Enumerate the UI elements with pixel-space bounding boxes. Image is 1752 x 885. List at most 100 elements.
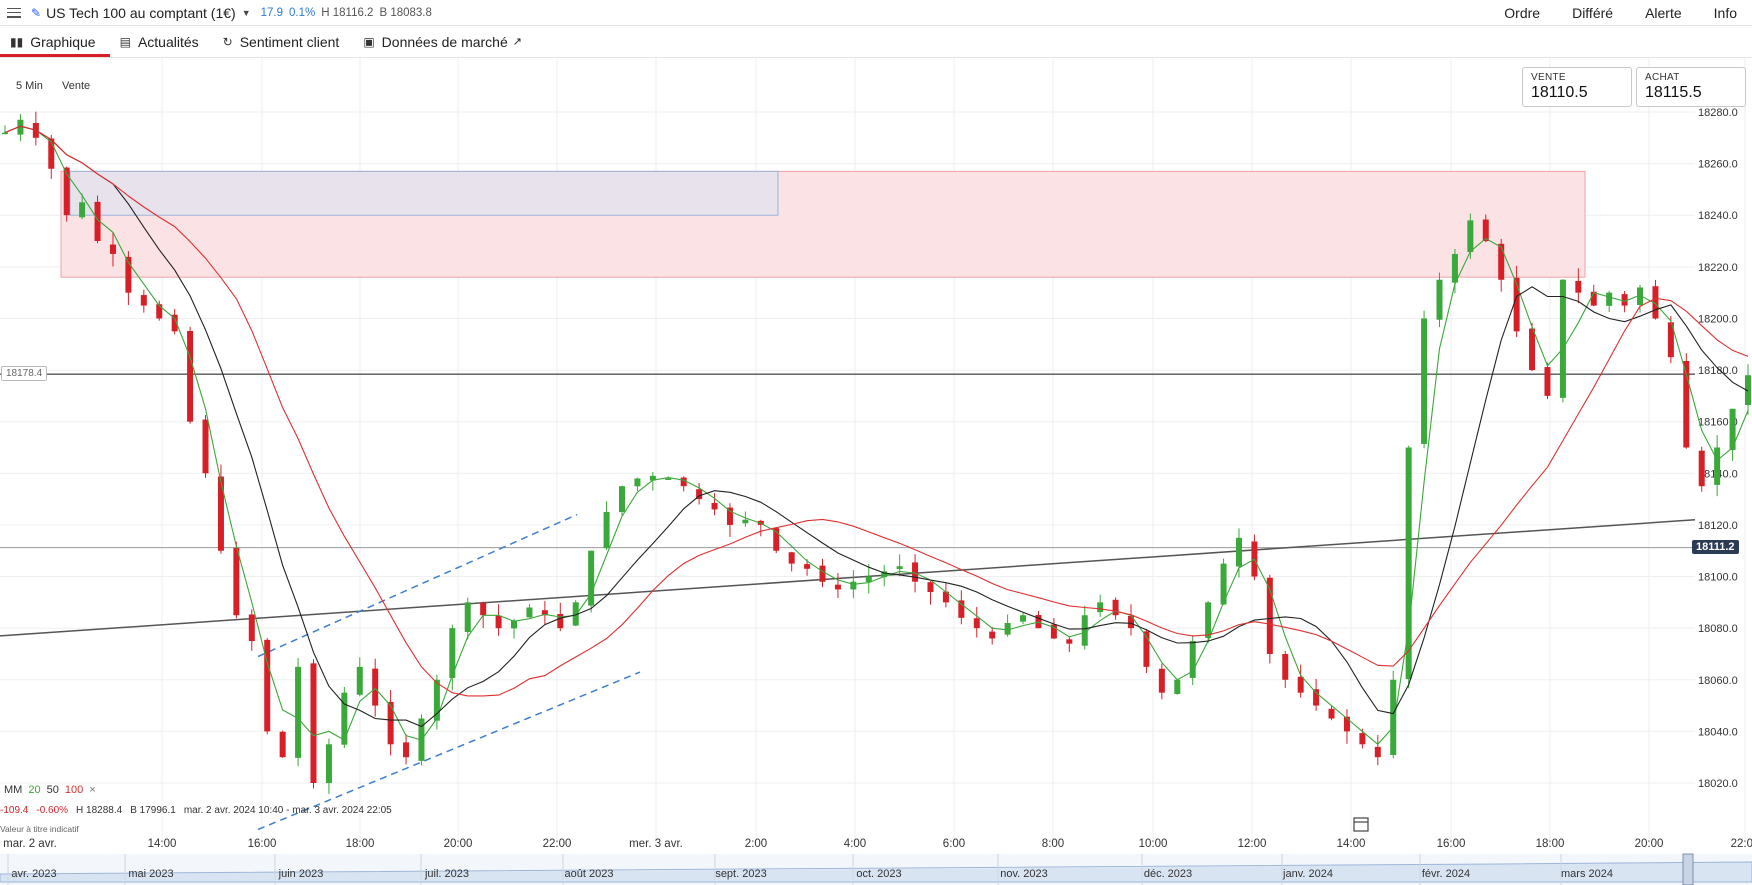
- candle-body: [526, 607, 533, 618]
- instrument-title[interactable]: US Tech 100 au comptant (1€): [46, 5, 236, 21]
- sell-price: 18110.5: [1531, 84, 1588, 101]
- candle-body: [1235, 537, 1242, 567]
- external-link-icon: ↗: [512, 36, 522, 48]
- candle-body: [1374, 746, 1381, 758]
- price-chart[interactable]: 18280.0 18260.0 18240.0 18220.0 18200.0 18180…: [0, 58, 1752, 885]
- chevron-down-icon[interactable]: ▼: [242, 8, 251, 18]
- day-high: H 18116.2: [321, 6, 374, 19]
- x-tick-label: 12:00: [1238, 838, 1267, 850]
- order-button[interactable]: Ordre: [1488, 5, 1556, 21]
- moving-average-legend[interactable]: MM 20 50 100 ×: [4, 784, 96, 796]
- candle-body: [140, 295, 147, 306]
- info-button[interactable]: Info: [1698, 5, 1752, 21]
- buy-quote-box[interactable]: ACHAT 18115.5: [1636, 67, 1746, 107]
- candle-body: [1513, 277, 1520, 332]
- candle-body: [912, 562, 919, 582]
- current-price-tag: 18111.2: [1692, 540, 1739, 554]
- candle-body: [1698, 450, 1705, 487]
- x-tick-label: 8:00: [1042, 838, 1064, 850]
- range-change: -109.4: [0, 805, 29, 816]
- ma-100-toggle[interactable]: 100: [65, 784, 83, 796]
- candle-body: [1498, 243, 1505, 280]
- tab-news[interactable]: ▤ Actualités: [110, 26, 213, 57]
- candle-body: [1467, 220, 1474, 253]
- candle-body: [711, 502, 718, 510]
- candle-body: [850, 581, 857, 590]
- tab-market-data-label: Données de marché: [381, 33, 508, 50]
- candle-body: [603, 512, 610, 549]
- candle-body: [819, 565, 826, 582]
- candle-body: [1421, 318, 1428, 444]
- chart-canvas[interactable]: 18280.0 18260.0 18240.0 18220.0 18200.0 18180…: [0, 58, 1752, 885]
- candle-body: [387, 701, 394, 745]
- candle-body: [248, 614, 255, 642]
- y-tick-label: 18120.0: [1698, 520, 1738, 532]
- candle-body: [1359, 733, 1366, 745]
- highlight-zone: [69, 170, 779, 216]
- candle-body: [1482, 219, 1489, 242]
- navigator-handle: [1682, 853, 1694, 885]
- range-dates: mar. 2 avr. 2024 10:40 - mar. 3 avr. 202…: [183, 805, 392, 816]
- newspaper-icon: ▤: [119, 34, 131, 49]
- candle-body: [403, 742, 410, 758]
- y-tick-label: 18280.0: [1698, 107, 1738, 119]
- candle-body: [742, 519, 749, 524]
- candle-body: [233, 547, 240, 616]
- y-tick-label: 18060.0: [1698, 675, 1738, 687]
- candle-body: [1390, 679, 1397, 755]
- price-type-label[interactable]: Vente: [62, 80, 90, 92]
- range-low: B 17996.1: [130, 805, 176, 816]
- x-tick-label: 10:00: [1139, 838, 1168, 850]
- ma-50-toggle[interactable]: 50: [47, 784, 59, 796]
- navigator-label: juil. 2023: [424, 868, 469, 880]
- candle-body: [804, 564, 811, 569]
- navigator-label: août 2023: [565, 868, 614, 880]
- candle-body: [973, 618, 980, 629]
- candle-body: [372, 668, 379, 706]
- y-tick-label: 18040.0: [1698, 726, 1738, 738]
- calendar-icon[interactable]: [1353, 817, 1369, 832]
- hamburger-menu-icon[interactable]: [7, 7, 21, 18]
- candle-body: [156, 304, 163, 319]
- candle-body: [1529, 328, 1536, 371]
- candle-body: [279, 731, 286, 758]
- indicative-value-note: Valeur à titre indicatif: [0, 824, 79, 834]
- close-icon[interactable]: ×: [89, 784, 95, 796]
- tab-market-data[interactable]: ▣ Données de marché ↗: [353, 26, 536, 57]
- candle-body: [1297, 676, 1304, 693]
- pencil-icon[interactable]: ✎: [31, 6, 41, 20]
- x-tick-label: mar. 2 avr.: [3, 838, 57, 850]
- ma-label: MM: [4, 784, 23, 796]
- day-low: B 18083.8: [379, 6, 432, 19]
- x-tick-label: 18:00: [1536, 838, 1565, 850]
- navigator-label: mars 2024: [1561, 868, 1613, 880]
- buy-label: ACHAT: [1645, 72, 1680, 83]
- candle-body: [2, 132, 8, 135]
- y-tick-label: 18260.0: [1698, 159, 1738, 171]
- candle-body: [1112, 599, 1119, 616]
- candle-body: [1621, 294, 1628, 306]
- candle-body: [665, 478, 672, 480]
- navigator-label: janv. 2024: [1282, 868, 1333, 880]
- navigator-label: avr. 2023: [11, 868, 56, 880]
- alert-button[interactable]: Alerte: [1629, 5, 1698, 21]
- deferred-button[interactable]: Différé: [1556, 5, 1629, 21]
- ma-20-toggle[interactable]: 20: [28, 784, 40, 796]
- y-tick-label: 18200.0: [1698, 313, 1738, 325]
- x-tick-label: 18:00: [346, 838, 375, 850]
- candle-body: [109, 244, 116, 254]
- candle-body: [726, 507, 733, 525]
- interval-label[interactable]: 5 Min: [16, 80, 43, 92]
- candle-body: [1174, 679, 1181, 694]
- candle-body: [1436, 279, 1443, 320]
- candle-body: [634, 478, 641, 487]
- candle-body: [927, 582, 934, 593]
- sell-quote-box[interactable]: VENTE 18110.5: [1522, 67, 1632, 107]
- x-tick-label: 6:00: [943, 838, 965, 850]
- tab-bar: ▮▮ Graphique ▤ Actualités ↻ Sentiment cl…: [0, 26, 1752, 58]
- tab-client-sentiment[interactable]: ↻ Sentiment client: [213, 26, 354, 57]
- x-tick-label: 20:00: [444, 838, 473, 850]
- price-change-percent: 0.1%: [289, 6, 316, 19]
- tab-sentiment-label: Sentiment client: [239, 33, 340, 50]
- tab-chart[interactable]: ▮▮ Graphique: [0, 26, 110, 57]
